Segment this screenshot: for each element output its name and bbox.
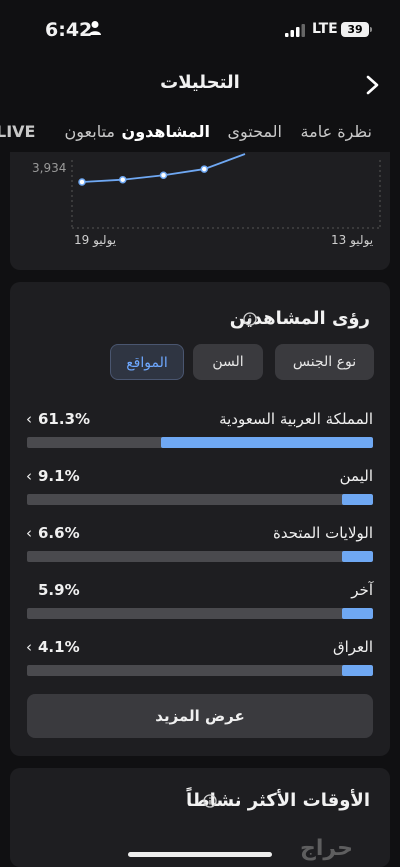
location-name: اليمن	[339, 467, 373, 485]
clock: 6:42	[45, 19, 93, 41]
status-bar: 6:42 LTE 39	[0, 0, 400, 60]
battery-icon: 39	[341, 22, 369, 37]
filter-gender-button[interactable]: نوع الجنس	[275, 344, 374, 380]
location-bar-fill	[160, 437, 373, 448]
x-label-end: يوليو 13	[331, 233, 373, 248]
location-percent[interactable]: 61.3%	[38, 410, 90, 428]
location-percent[interactable]: 9.1%	[38, 467, 80, 485]
location-name: الولايات المتحدة	[272, 524, 373, 542]
page-title: التحليلات	[160, 72, 240, 93]
watermark-logo: حراج	[300, 836, 353, 861]
tab-content[interactable]: المحتوى	[227, 122, 282, 141]
back-chevron-icon[interactable]	[362, 74, 382, 96]
data-point	[78, 178, 86, 186]
chevron-left-icon[interactable]: ‹	[26, 524, 32, 542]
tab-bar: نظرة عامة المحتوى المشاهدون متابعون LIVE	[0, 112, 400, 156]
chevron-left-icon[interactable]: ‹	[26, 638, 32, 656]
location-name: آخر	[351, 581, 373, 599]
home-indicator[interactable]	[128, 852, 272, 857]
tab-live[interactable]: LIVE	[0, 122, 35, 141]
signal-icon	[285, 24, 305, 37]
info-icon[interactable]	[243, 312, 257, 326]
data-point	[200, 165, 208, 173]
show-more-button[interactable]: عرض المزيد	[27, 694, 373, 738]
network-label: LTE	[312, 21, 338, 37]
location-bar-fill	[341, 494, 373, 505]
tab-overview[interactable]: نظرة عامة	[301, 122, 372, 141]
views-line-chart: 3,934 يوليو 19 يوليو 13	[32, 153, 381, 248]
location-name: المملكة العربية السعودية	[219, 410, 373, 428]
person-icon	[89, 21, 101, 35]
filter-age-button[interactable]: السن	[193, 344, 263, 380]
views-chart-card: 3,934 يوليو 19 يوليو 13	[10, 152, 390, 270]
data-point	[119, 175, 127, 184]
location-percent: 5.9%	[38, 581, 80, 599]
location-bar-track	[27, 494, 373, 505]
location-percent[interactable]: 4.1%	[38, 638, 80, 656]
tab-followers[interactable]: متابعون	[65, 122, 115, 141]
data-point	[159, 171, 168, 180]
battery-tip	[370, 27, 372, 32]
location-bar-fill	[341, 665, 373, 676]
info-icon[interactable]	[203, 794, 217, 808]
location-bar-track	[27, 665, 373, 676]
viewer-insights-card: رؤى المشاهدين نوع الجنس السن المواقع الم…	[10, 282, 390, 756]
y-tick-label: 3,934	[32, 161, 66, 175]
location-bar-track	[27, 608, 373, 619]
chevron-left-icon[interactable]: ‹	[26, 410, 32, 428]
x-label-start: يوليو 19	[74, 233, 116, 248]
chevron-left-icon[interactable]: ‹	[26, 467, 32, 485]
header: التحليلات	[0, 60, 400, 110]
location-name: العراق	[332, 638, 373, 656]
location-bar-fill	[341, 608, 373, 619]
location-bar-track	[27, 551, 373, 562]
tab-viewers[interactable]: المشاهدون	[122, 122, 210, 141]
location-bar-fill	[341, 551, 373, 562]
location-percent[interactable]: 6.6%	[38, 524, 80, 542]
filter-locations-button[interactable]: المواقع	[110, 344, 184, 380]
location-bar-track	[27, 437, 373, 448]
